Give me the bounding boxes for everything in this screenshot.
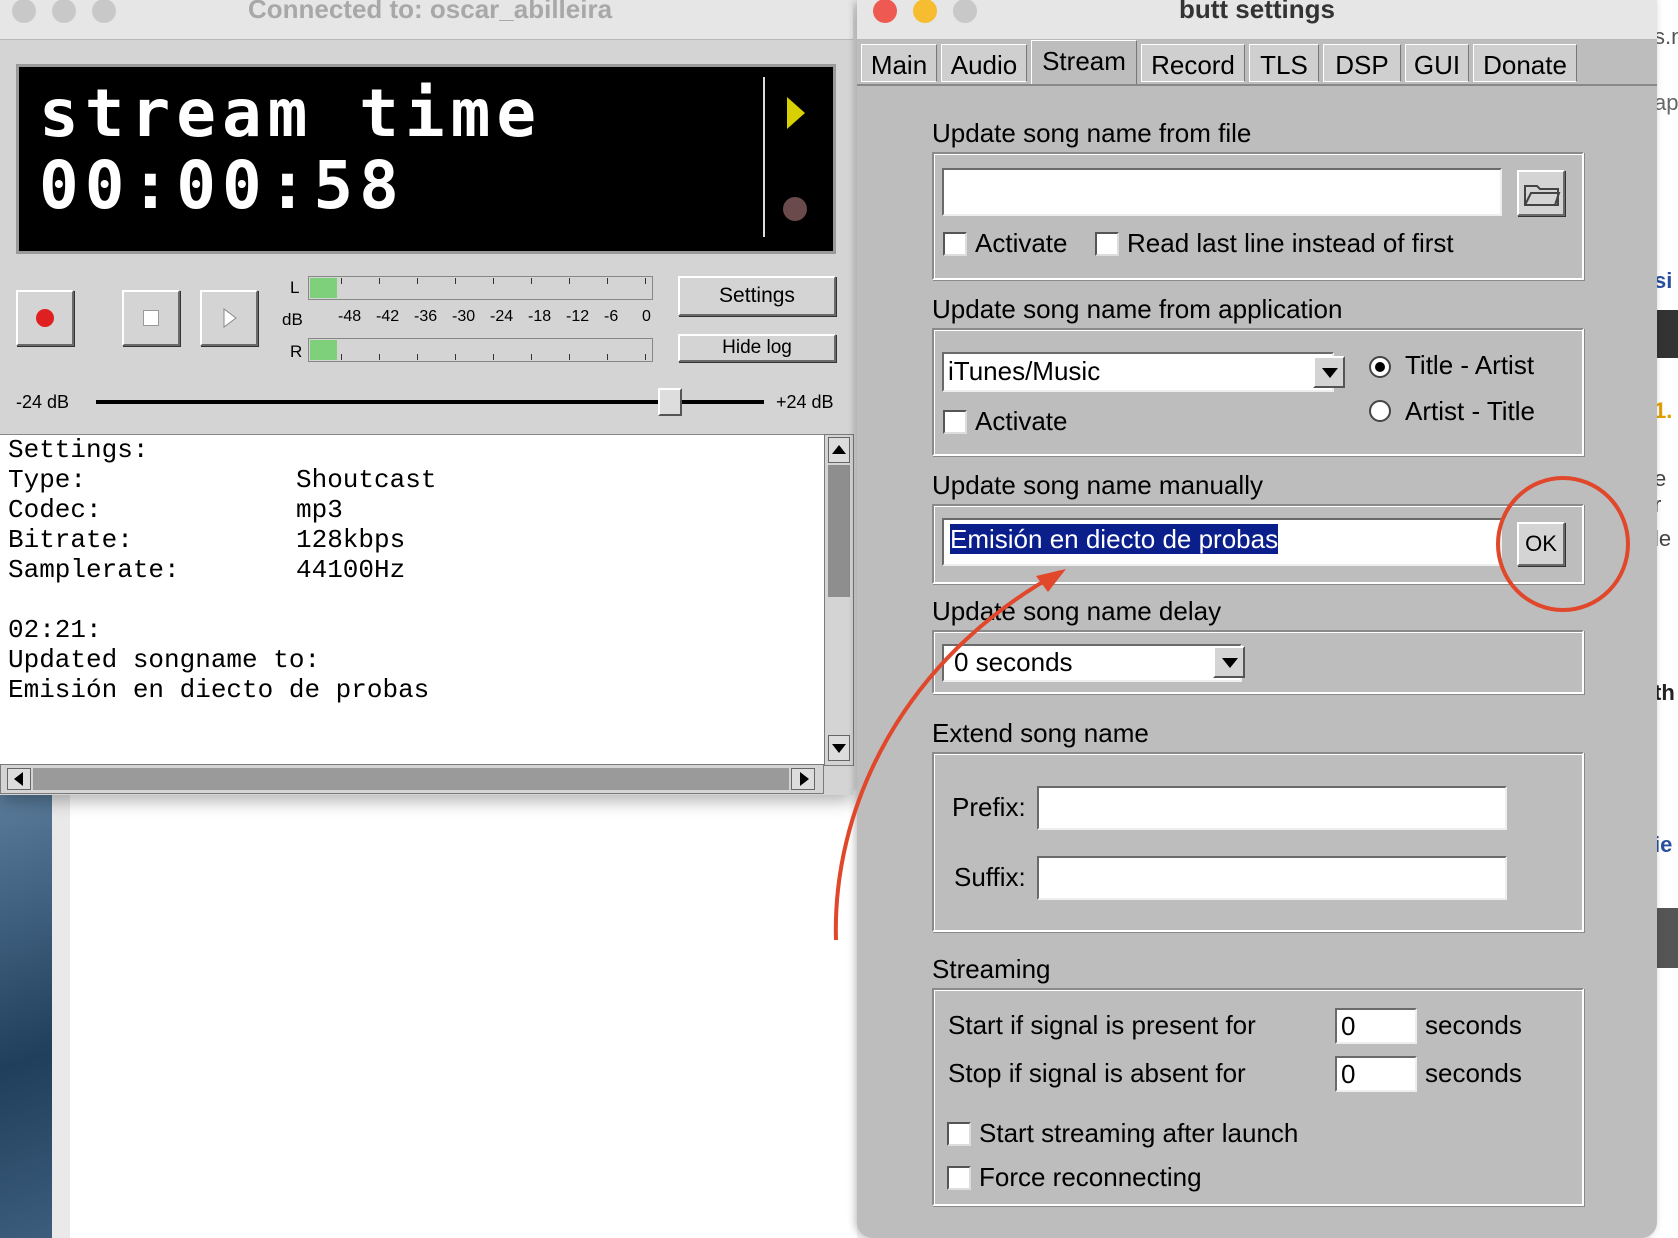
annotation-circle (1496, 476, 1630, 612)
annotation-arrowhead (1036, 569, 1066, 592)
annotation-arrow (833, 570, 1061, 941)
annotation-overlay (833, 476, 1630, 941)
